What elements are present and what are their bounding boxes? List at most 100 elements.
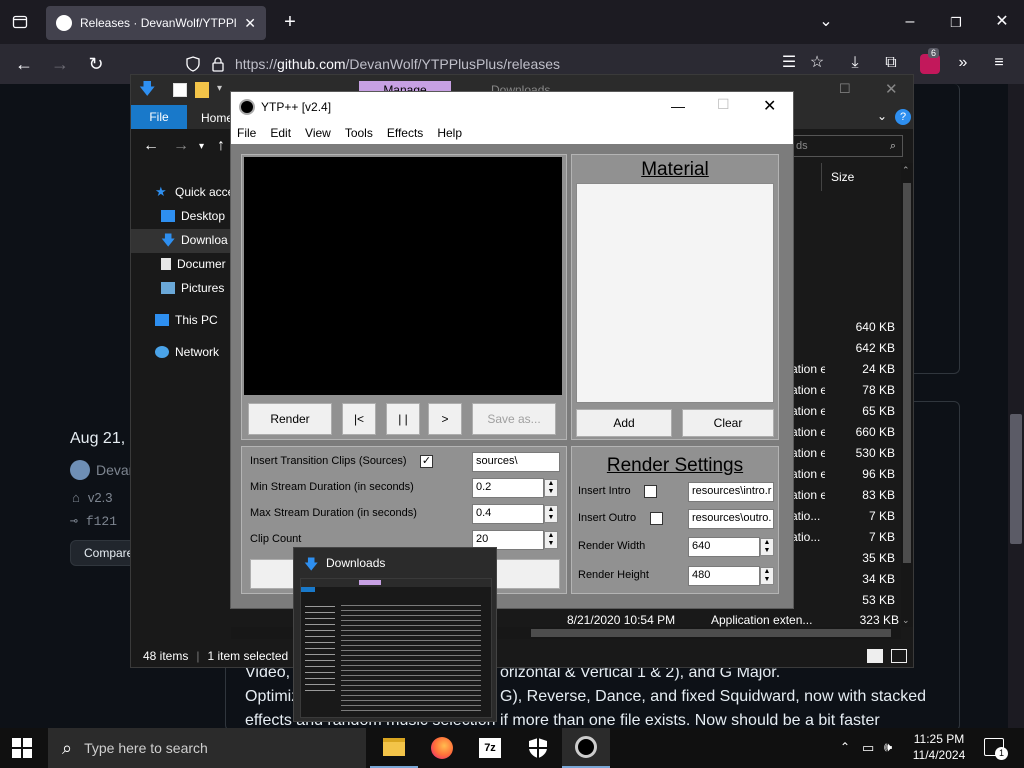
menu-file[interactable]: File (237, 126, 256, 140)
menu-effects[interactable]: Effects (387, 126, 423, 140)
intro-path-field[interactable]: resources\intro.r (688, 482, 774, 502)
nav-documents[interactable]: Documer (161, 257, 226, 271)
max-stream-spinner[interactable]: ▲ ▼ (544, 505, 558, 523)
release-author[interactable]: Devan (70, 460, 136, 480)
close-tab-icon[interactable]: ✕ (244, 15, 256, 32)
min-stream-input[interactable]: 0.2 (472, 478, 544, 498)
taskbar-clock[interactable]: 11:25 PM 11/4/2024 (904, 731, 974, 763)
pause-button[interactable]: | | (386, 403, 420, 435)
start-windows-icon[interactable] (12, 738, 32, 758)
table-row[interactable]: ation exten... 530 KB (791, 443, 901, 463)
table-row[interactable]: ation exten... 660 KB (791, 422, 901, 442)
nav-quick-access[interactable]: ★ Quick acce (155, 185, 234, 199)
scroll-up-icon[interactable]: ⌃ (902, 165, 910, 176)
restore-icon[interactable]: ❐ (946, 12, 966, 32)
minimize-icon[interactable]: – (900, 12, 920, 32)
lock-icon[interactable] (211, 56, 225, 72)
browser-tab-releases[interactable]: Releases · DevanWolf/YTPPlusP ✕ (46, 6, 266, 40)
table-row[interactable]: 53 KB (791, 590, 901, 610)
nav-pictures[interactable]: Pictures (161, 281, 224, 295)
recent-locations-icon[interactable]: ▾ (199, 141, 204, 152)
release-tag[interactable]: ⌂ v2.3 (72, 490, 112, 505)
render-width-input[interactable]: 640 (688, 537, 760, 557)
quick-access-dropdown-icon[interactable]: ▾ (217, 83, 222, 94)
ribbon-home-tab[interactable]: Home (201, 111, 233, 125)
insert-transition-checkbox[interactable]: ✓ (420, 455, 433, 468)
transition-path-field[interactable]: sources\ (472, 452, 560, 472)
ytp-minimize-icon[interactable]: — (671, 98, 685, 114)
close-window-icon[interactable]: ✕ (992, 12, 1012, 32)
downloads-thumbnail-preview[interactable]: 🡇 Downloads (293, 547, 497, 722)
help-icon[interactable]: ? (895, 109, 911, 125)
bookmark-star-icon[interactable]: ☆ (808, 54, 826, 72)
max-stream-input[interactable]: 0.4 (472, 504, 544, 524)
ytp-maximize-icon[interactable]: ☐ (717, 96, 730, 113)
nav-desktop[interactable]: Desktop (161, 209, 225, 223)
details-view-icon[interactable] (867, 649, 883, 663)
properties-icon[interactable] (173, 83, 187, 97)
clear-button[interactable]: Clear (682, 409, 774, 437)
menu-view[interactable]: View (305, 126, 331, 140)
table-row[interactable]: ation exten... 78 KB (791, 380, 901, 400)
release-commit[interactable]: ⊸ f121 (70, 514, 117, 529)
explorer-forward-icon[interactable]: → (173, 137, 189, 155)
next-button[interactable]: > (428, 403, 462, 435)
insert-intro-checkbox[interactable] (644, 485, 657, 498)
network-status-icon[interactable]: ▭ (862, 740, 874, 756)
extensions-icon[interactable]: ⧉ (882, 54, 900, 72)
table-row[interactable]: ation exten... 65 KB (791, 401, 901, 421)
new-folder-icon[interactable] (195, 82, 209, 98)
explorer-vscroll-thumb[interactable] (903, 183, 911, 563)
firefox-taskbar-icon[interactable] (418, 728, 466, 768)
volume-icon[interactable]: 🕪 (884, 739, 892, 755)
add-button[interactable]: Add (576, 409, 672, 437)
render-height-input[interactable]: 480 (688, 566, 760, 586)
explorer-vscroll[interactable]: ⌃ ⌄ (901, 163, 913, 627)
render-height-spinner[interactable]: ▲ ▼ (760, 567, 774, 585)
explorer-back-icon[interactable]: ← (143, 137, 159, 155)
table-row[interactable]: ation exten... 96 KB (791, 464, 901, 484)
column-header-size[interactable]: Size (831, 170, 854, 184)
menu-tools[interactable]: Tools (345, 126, 373, 140)
large-icons-view-icon[interactable] (891, 649, 907, 663)
forward-icon[interactable]: → (50, 54, 70, 74)
shield-icon[interactable] (185, 56, 201, 72)
table-row[interactable]: atio... 7 KB (791, 527, 901, 547)
min-stream-spinner[interactable]: ▲ ▼ (544, 479, 558, 497)
table-row[interactable]: 34 KB (791, 569, 901, 589)
explorer-search-box[interactable]: ds ⌕ (791, 135, 903, 157)
table-row[interactable]: ation exten... 83 KB (791, 485, 901, 505)
render-width-spinner[interactable]: ▲ ▼ (760, 538, 774, 556)
taskbar-search-box[interactable]: ⌕ Type here to search (48, 728, 366, 768)
outro-path-field[interactable]: resources\outro. (688, 509, 774, 529)
explorer-maximize-icon[interactable]: ☐ (839, 81, 851, 97)
menu-help[interactable]: Help (437, 126, 462, 140)
page-scrollbar[interactable] (1008, 84, 1024, 728)
nav-this-pc[interactable]: This PC (155, 313, 218, 327)
first-frame-button[interactable]: |< (342, 403, 376, 435)
menu-edit[interactable]: Edit (270, 126, 291, 140)
downloads-icon[interactable]: ⤓ (846, 54, 864, 72)
insert-outro-checkbox[interactable] (650, 512, 663, 525)
nav-downloads[interactable]: 🡇 Downloa (161, 233, 228, 247)
reload-icon[interactable]: ↻ (86, 54, 106, 74)
new-tab-icon[interactable]: + (280, 12, 300, 32)
ribbon-expand-icon[interactable]: ⌄ (877, 109, 887, 123)
security-shield-taskbar-icon[interactable] (514, 728, 562, 768)
table-row[interactable]: 35 KB (791, 548, 901, 568)
table-row[interactable]: atio... 7 KB (791, 506, 901, 526)
material-list[interactable] (576, 183, 774, 403)
ytp-taskbar-icon[interactable] (562, 728, 610, 768)
table-row[interactable]: 642 KB (791, 338, 901, 358)
app-menu-icon[interactable]: ≡ (990, 54, 1008, 72)
notifications-icon[interactable]: 1 (984, 738, 1008, 760)
back-icon[interactable]: ← (14, 54, 34, 74)
clip-count-spinner[interactable]: ▲ ▼ (544, 531, 558, 549)
extension-ublock-icon[interactable]: 6 (920, 48, 940, 74)
7zip-taskbar-icon[interactable]: 7z (466, 728, 514, 768)
file-explorer-taskbar-icon[interactable] (370, 728, 418, 768)
list-tabs-icon[interactable]: ⌄ (816, 12, 836, 32)
tab-overview-icon[interactable] (12, 14, 28, 30)
table-row[interactable]: ation exten... 24 KB (791, 359, 901, 379)
up-icon[interactable]: ↑ (217, 137, 225, 155)
